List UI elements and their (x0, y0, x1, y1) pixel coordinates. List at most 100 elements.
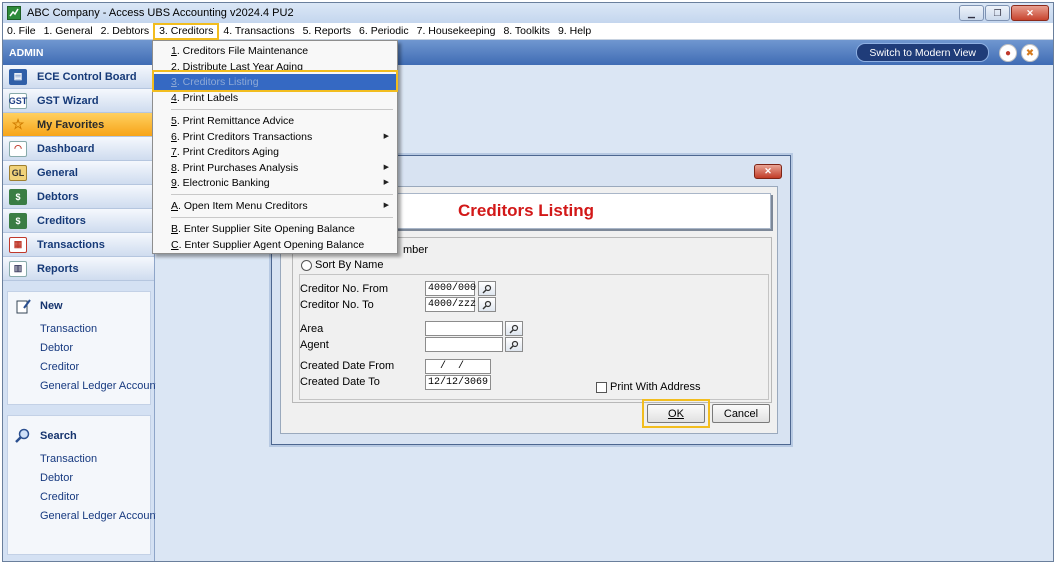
nav-label: My Favorites (37, 118, 105, 131)
nav-label: GST Wizard (37, 94, 99, 107)
sort-by-number-label: mber (403, 244, 429, 256)
menu-creditors[interactable]: 3. Creditors (153, 22, 220, 40)
search-icon (14, 427, 32, 445)
dialog-title: Creditors Listing (457, 201, 594, 220)
sort-by-number-option[interactable]: mber (403, 244, 428, 256)
creditor-to-label: Creditor No. To (300, 299, 374, 311)
menu-item-creditors-file-maintenance[interactable]: 1. Creditors File Maintenance (153, 43, 397, 59)
creditor-from-input[interactable]: 4000/000 (425, 281, 476, 296)
creditor-from-lookup-icon[interactable] (478, 281, 496, 296)
search-creditor-link[interactable]: Creditor (8, 488, 150, 507)
dashboard-icon: ◠ (9, 140, 27, 157)
gl-icon: GL (9, 164, 27, 181)
nav-ece-control-board[interactable]: ▤ ECE Control Board (3, 65, 154, 89)
nav-debtors[interactable]: $ Debtors (3, 185, 154, 209)
nav-reports[interactable]: ▥ Reports (3, 257, 154, 281)
sort-by-name-radio[interactable] (301, 259, 312, 271)
search-transaction-link[interactable]: Transaction (8, 450, 150, 469)
gst-icon: GST (9, 92, 27, 109)
menu-general[interactable]: 1. General (40, 24, 97, 39)
nav-my-favorites[interactable]: ☆ My Favorites (3, 113, 154, 137)
print-with-address-label: Print With Address (610, 381, 701, 393)
submenu-arrow-icon: ▶ (383, 202, 389, 209)
creditors-icon: $ (9, 212, 27, 229)
menu-periodic[interactable]: 6. Periodic (355, 24, 413, 39)
area-input[interactable] (425, 321, 503, 336)
created-from-input[interactable]: / / (425, 359, 491, 374)
area-lookup-icon[interactable] (505, 321, 523, 336)
search-gl-account-link[interactable]: General Ledger Account (8, 507, 159, 526)
new-gl-account-link[interactable]: General Ledger Account (8, 377, 159, 396)
menu-reports[interactable]: 5. Reports (299, 24, 355, 39)
print-with-address-option[interactable]: Print With Address (596, 381, 700, 393)
new-panel-header: New (8, 292, 150, 320)
sort-by-name-label: Sort By Name (315, 259, 384, 271)
menu-item-supplier-agent-opening-balance[interactable]: C. Enter Supplier Agent Opening Balance (153, 237, 397, 253)
menu-housekeeping[interactable]: 7. Housekeeping (413, 24, 500, 39)
agent-label: Agent (300, 339, 329, 351)
menu-file[interactable]: 0. File (3, 24, 40, 39)
ok-button[interactable]: OK (647, 404, 705, 423)
menu-bar: 0. File 1. General 2. Debtors 3. Credito… (3, 22, 1053, 40)
restore-button[interactable]: ❐ (985, 5, 1010, 21)
nav-creditors[interactable]: $ Creditors (3, 209, 154, 233)
control-board-icon: ▤ (9, 68, 27, 85)
new-creditor-link[interactable]: Creditor (8, 358, 150, 377)
nav-label: General (37, 166, 78, 179)
cancel-button[interactable]: Cancel (712, 404, 770, 423)
menu-item-print-purchases-analysis[interactable]: 8. Print Purchases Analysis ▶ (153, 160, 397, 176)
creditors-listing-highlight-frame (152, 70, 398, 92)
dialog-close-button[interactable]: ✕ (754, 164, 782, 179)
nav-transactions[interactable]: ▦ Transactions (3, 233, 154, 257)
filter-group: Creditor No. From 4000/000 Creditor No. … (299, 274, 769, 400)
menu-item-print-remittance-advice[interactable]: 5. Print Remittance Advice (153, 113, 397, 129)
nav-dashboard[interactable]: ◠ Dashboard (3, 137, 154, 161)
menu-help[interactable]: 9. Help (554, 24, 595, 39)
agent-input[interactable] (425, 337, 503, 352)
nav-label: Creditors (37, 214, 86, 227)
submenu-arrow-icon: ▶ (383, 179, 389, 186)
menu-toolkits[interactable]: 8. Toolkits (499, 24, 554, 39)
search-panel-title: Search (40, 430, 77, 442)
minimize-button[interactable]: ▁ (959, 5, 984, 21)
menu-item-supplier-site-opening-balance[interactable]: B. Enter Supplier Site Opening Balance (153, 221, 397, 237)
print-with-address-checkbox[interactable] (596, 381, 607, 393)
creditor-to-input[interactable]: 4000/zzz (425, 297, 476, 312)
app-logo-icon (7, 6, 21, 20)
menu-item-print-creditors-transactions[interactable]: 6. Print Creditors Transactions ▶ (153, 129, 397, 145)
nav-label: Dashboard (37, 142, 95, 155)
sidebar: ▤ ECE Control Board GST GST Wizard ☆ My … (3, 65, 159, 561)
close-button[interactable]: ✕ (1011, 5, 1049, 21)
agent-lookup-icon[interactable] (505, 337, 523, 352)
new-debtor-link[interactable]: Debtor (8, 339, 150, 358)
new-panel: New Transaction Debtor Creditor General … (7, 291, 159, 405)
pin-icon[interactable]: ● (999, 44, 1017, 62)
nav-label: Transactions (37, 238, 105, 251)
menu-debtors[interactable]: 2. Debtors (97, 24, 153, 39)
nav-label: Debtors (37, 190, 79, 203)
reports-icon: ▥ (9, 260, 27, 277)
search-debtor-link[interactable]: Debtor (8, 469, 150, 488)
menu-item-print-labels[interactable]: 4. Print Labels (153, 90, 397, 106)
switch-modern-view-button[interactable]: Switch to Modern View (856, 43, 989, 62)
nav-gst-wizard[interactable]: GST GST Wizard (3, 89, 154, 113)
nav-label: Reports (37, 262, 79, 275)
creditor-from-label: Creditor No. From (300, 283, 389, 295)
nav-label: ECE Control Board (37, 70, 137, 83)
ok-button-label: OK (668, 407, 684, 420)
creditor-to-lookup-icon[interactable] (478, 297, 496, 312)
menu-item-print-creditors-aging[interactable]: 7. Print Creditors Aging (153, 144, 397, 160)
area-label: Area (300, 323, 324, 335)
options-group: mber Sort By Name Creditor No. From 4000… (292, 237, 772, 403)
new-transaction-link[interactable]: Transaction (8, 320, 150, 339)
new-document-icon (14, 297, 32, 315)
window-title: ABC Company - Access UBS Accounting v202… (27, 7, 294, 19)
menu-transactions[interactable]: 4. Transactions (219, 24, 298, 39)
tools-icon[interactable]: ✖ (1021, 44, 1039, 62)
menu-item-electronic-banking[interactable]: 9. Electronic Banking ▶ (153, 175, 397, 191)
menu-item-open-item-menu-creditors[interactable]: A. Open Item Menu Creditors ▶ (153, 198, 397, 214)
sort-by-name-option[interactable]: Sort By Name (301, 259, 383, 271)
nav-general[interactable]: GL General (3, 161, 154, 185)
created-to-input[interactable]: 12/12/3069 (425, 375, 491, 390)
search-panel: Search Transaction Debtor Creditor Gener… (7, 415, 159, 555)
